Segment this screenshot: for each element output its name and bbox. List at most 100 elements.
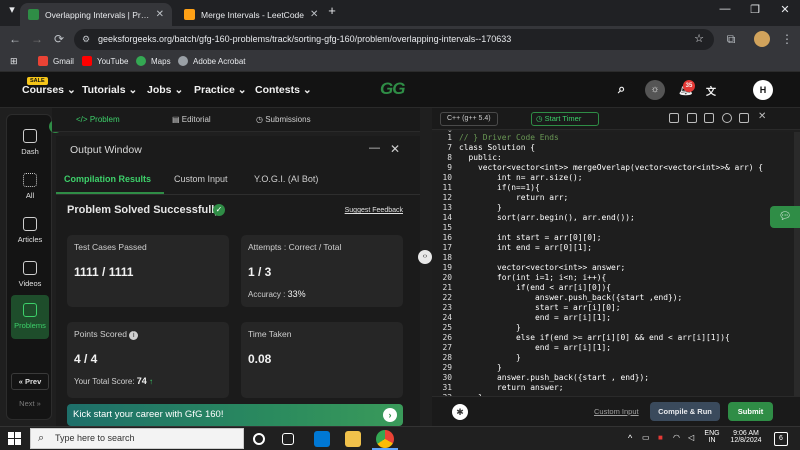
windows-start-icon[interactable] [8, 432, 21, 445]
chevron-up-icon[interactable]: ^ [628, 433, 632, 443]
minimize-panel-icon[interactable]: — [369, 142, 380, 154]
line-number: 1 [447, 133, 452, 142]
restore-window-button[interactable]: ❐ [745, 3, 765, 16]
translate-icon[interactable]: 文 [706, 83, 716, 98]
tab-yogi-ai-bot[interactable]: Y.O.G.I. (AI Bot) [254, 174, 318, 184]
minimize-window-button[interactable]: — [715, 3, 735, 15]
next-problem-button[interactable]: Next » [7, 399, 53, 408]
code-line: return answer; [459, 383, 564, 392]
chrome-icon[interactable] [376, 430, 394, 448]
info-icon[interactable]: i [129, 331, 139, 340]
custom-input-link[interactable]: Custom Input [594, 407, 639, 416]
line-number: 16 [442, 233, 452, 242]
reload-icon[interactable]: ⟳ [50, 30, 68, 48]
close-editor-icon[interactable]: ✕ [758, 111, 768, 122]
tab-search-icon[interactable]: ▾ [2, 3, 22, 16]
fullscreen-icon[interactable] [739, 113, 749, 123]
code-line: class Solution { [459, 143, 536, 152]
output-window: Output Window — ✕ Compilation Results Cu… [56, 136, 420, 426]
promo-banner[interactable]: Kick start your career with GfG 160! › [67, 404, 403, 426]
gfg-logo[interactable]: GG [380, 79, 405, 99]
tab-submissions[interactable]: ◷ Submissions [256, 115, 311, 124]
notifications-icon[interactable]: 6 [774, 432, 788, 446]
volume-icon[interactable]: ◁ [688, 433, 694, 442]
nav-label: Jobs [147, 84, 172, 96]
language-select[interactable]: C++ (g++ 5.4) ⌄ [440, 112, 498, 134]
panel-resize-handle[interactable]: ‹› [418, 250, 432, 264]
prev-problem-button[interactable]: « Prev [11, 373, 49, 390]
start-timer-button[interactable]: ◷ Start Timer [531, 112, 599, 126]
wifi-icon[interactable]: ◠ [673, 433, 680, 442]
close-tab-icon[interactable]: ✕ [304, 9, 318, 20]
language-indicator[interactable]: ENG IN [702, 430, 722, 444]
bookmark-label: Adobe Acrobat [193, 56, 246, 66]
copy-icon[interactable] [669, 113, 679, 123]
close-window-button[interactable]: ✕ [775, 3, 795, 16]
total-score-value: 74 [136, 376, 147, 386]
profile-avatar[interactable] [754, 31, 770, 47]
line-number: 29 [442, 363, 452, 372]
tab-label: Submissions [265, 115, 311, 124]
file-icon[interactable] [687, 113, 697, 123]
tab-label: Editorial [181, 115, 211, 124]
nav-practice[interactable]: Practice ⌄ [194, 84, 247, 96]
file-explorer-icon[interactable] [345, 431, 361, 447]
bookmark-youtube[interactable]: YouTube [82, 56, 128, 66]
site-info-icon[interactable]: ⚙ [82, 29, 90, 50]
forward-arrow-icon[interactable]: → [28, 30, 46, 48]
line-number: 20 [442, 273, 452, 282]
chat-icon[interactable]: 💬︎ [770, 206, 800, 228]
user-avatar[interactable]: H [753, 80, 773, 100]
browser-tab[interactable]: Merge Intervals - LeetCode ✕ [176, 3, 320, 26]
bookmark-adobe[interactable]: Adobe Acrobat [178, 56, 245, 66]
lightbulb-icon[interactable]: ✱ [452, 404, 468, 420]
security-icon[interactable]: ■ [658, 433, 663, 442]
tab-compilation-results[interactable]: Compilation Results [64, 174, 151, 184]
compile-run-button[interactable]: Compile & Run [650, 402, 720, 421]
sidebar-item-all[interactable]: All [7, 173, 53, 200]
code-editor[interactable]: 1 // } Driver Code Ends 7 class Solution {8… [432, 132, 800, 396]
gear-icon[interactable] [722, 113, 732, 123]
close-tab-icon[interactable]: ✕ [150, 9, 164, 20]
tab-problem[interactable]: </> Problem [76, 115, 120, 124]
new-tab-button[interactable]: + [322, 3, 342, 18]
tab-custom-input[interactable]: Custom Input [174, 174, 228, 184]
bookmark-label: Gmail [53, 56, 74, 66]
nav-courses[interactable]: Courses ⌄ [22, 84, 76, 96]
code-line: } [459, 353, 521, 362]
sidebar-item-problems[interactable]: Problems [11, 295, 49, 339]
bookmark-maps[interactable]: Maps [136, 56, 171, 66]
browser-menu-icon[interactable]: ⋮ [778, 30, 796, 48]
browser-tab-active[interactable]: Overlapping Intervals | Practice ✕ [20, 3, 172, 26]
sidebar-item-dash[interactable]: Dash [7, 129, 53, 156]
sidebar-item-videos[interactable]: Videos [7, 261, 53, 288]
battery-icon[interactable]: ▭ [642, 433, 650, 442]
extensions-icon[interactable]: ⧉ [722, 30, 740, 48]
sidebar-item-articles[interactable]: Articles [7, 217, 53, 244]
code-line: start = arr[i][0]; [459, 303, 621, 312]
system-clock[interactable]: 9:06 AM 12/8/2024 [725, 430, 767, 444]
close-panel-icon[interactable]: ✕ [390, 142, 400, 156]
article-icon [23, 217, 37, 231]
nav-tutorials[interactable]: Tutorials ⌄ [82, 84, 137, 96]
bookmark-star-icon[interactable]: ☆ [694, 29, 704, 50]
search-icon[interactable]: ⌕ [618, 81, 625, 97]
chevron-right-icon[interactable]: › [383, 408, 397, 422]
sidebar-item-label: Videos [18, 279, 42, 288]
mail-icon[interactable] [314, 431, 330, 447]
back-arrow-icon[interactable]: ← [6, 30, 24, 48]
bookmark-gmail[interactable]: Gmail [38, 56, 74, 66]
nav-jobs[interactable]: Jobs ⌄ [147, 84, 183, 96]
url-input[interactable]: ⚙ geeksforgeeks.org/batch/gfg-160-proble… [74, 29, 714, 50]
task-view-icon[interactable] [282, 433, 294, 445]
tab-editorial[interactable]: ▤ Editorial [172, 115, 211, 124]
reset-icon[interactable] [704, 113, 714, 123]
nav-contests[interactable]: Contests ⌄ [255, 84, 312, 96]
taskbar-search-input[interactable]: ⌕ Type here to search [30, 428, 244, 449]
suggest-feedback-link[interactable]: Suggest Feedback [345, 207, 403, 214]
theme-toggle-icon[interactable]: ☼ [645, 80, 665, 100]
apps-grid-icon[interactable]: ⊞ [10, 56, 18, 67]
cortana-icon[interactable] [253, 433, 265, 445]
submit-button[interactable]: Submit [728, 402, 773, 421]
editor-scrollbar[interactable] [794, 132, 800, 396]
